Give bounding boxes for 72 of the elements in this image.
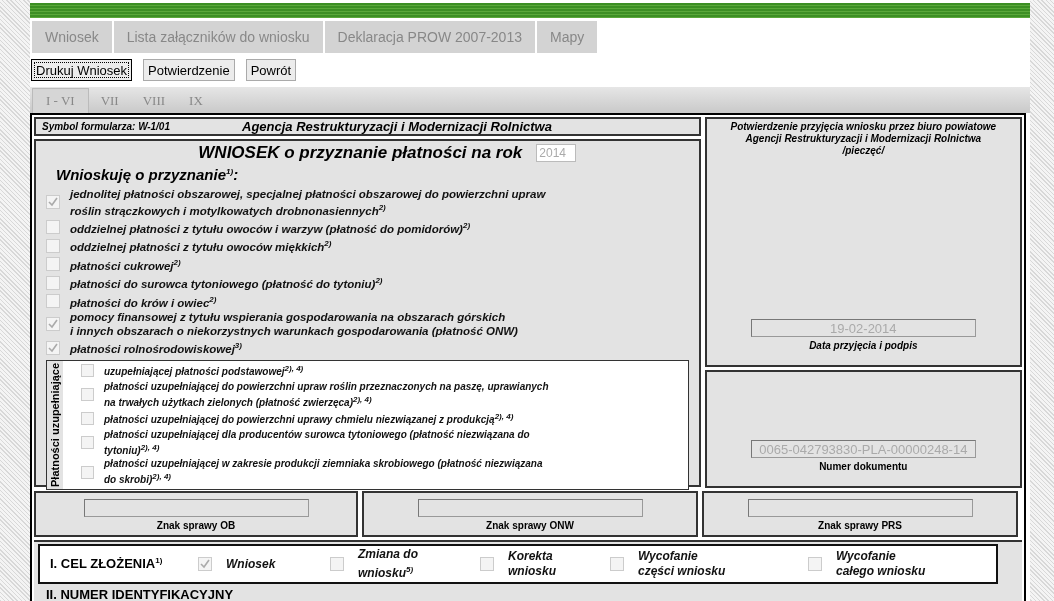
nav-tab[interactable]: Lista załączników do wniosku [113, 21, 323, 53]
section-tab[interactable]: I - VI [32, 88, 89, 113]
option-label: Wycofanie części wniosku [638, 549, 726, 579]
section-title: I. CEL ZŁOŻENIA$^{1)}$ [50, 556, 164, 572]
form-symbol: Symbol formularza: W-1/01 [42, 121, 171, 132]
field-label: Znak sprawy PRS [818, 520, 902, 531]
option-label: uzupełniającej płatności podstawowej$^{2), 4)}$ [104, 363, 304, 379]
case-number-field[interactable] [747, 499, 973, 517]
confirmation-text: /pieczęć/ [842, 145, 885, 157]
year-field[interactable]: 2014 [536, 144, 577, 162]
nav-tab[interactable]: Wniosek [32, 21, 112, 53]
option-label: jednolitej płatności obszarowej, specjalnej płatności obszarowej do powierzchni upraw roślin strączkowych i motylkowatych drobnonasiennych$^{2)}$ [70, 187, 546, 218]
option-label: płatności uzupełniającej dla producentów surowca tytoniowego (płatność niezwiązana do tytoniu)$^{2), 4)}$ [104, 427, 530, 458]
case-number-field[interactable] [83, 499, 309, 517]
field-label: Numer dokumentu [819, 461, 908, 472]
case-number-field[interactable] [417, 499, 643, 517]
option-label: płatności uzupełniającej w zakresie produkcji ziemniaka skrobiowego (płatność niezwiązana do skrobi)$^{2), 4)}$ [104, 457, 543, 487]
field-label: Znak sprawy OB [156, 520, 236, 531]
option-label: Wycofanie całego wniosku [836, 549, 926, 579]
option-label: pomocy finansowej z tytułu wspierania gospodarowania na obszarach górskich i innych obszarach o niekorzystnych warunkach gospodarowania (płatność ONW) [70, 310, 518, 339]
date-field[interactable]: 19-02-2014 [750, 319, 976, 337]
option-label: oddzielnej płatności z tytułu owoców i warzyw (płatność do pomidorów)$^{2)}$ [70, 219, 471, 236]
checkbox[interactable] [46, 257, 60, 272]
section-tab[interactable]: VII [88, 88, 131, 113]
section-tab[interactable]: VIII [130, 88, 178, 113]
checkbox[interactable] [46, 238, 60, 253]
checkbox[interactable] [81, 436, 94, 449]
checkbox[interactable] [46, 294, 60, 309]
checkbox[interactable] [808, 557, 822, 571]
confirmation-text: Potwierdzenie przyjęcia wniosku przez biuro powiatowe [730, 121, 997, 133]
field-label: Znak sprawy ONW [486, 520, 574, 531]
checkbox[interactable] [46, 220, 60, 235]
document-number-field[interactable]: 0065-042793830-PLA-00000248-14 [750, 440, 976, 458]
checkbox[interactable] [198, 557, 212, 571]
action-button[interactable]: Drukuj Wniosek [31, 59, 133, 81]
action-button[interactable]: Powrót [245, 59, 297, 81]
section-tab[interactable]: IX [177, 88, 215, 113]
checkbox[interactable] [81, 411, 94, 425]
option-label: płatności rolnośrodowiskowej$^{3)}$ [70, 340, 242, 356]
section-title: II. NUMER IDENTYFIKACYJNY [46, 587, 235, 601]
option-label: płatności uzupełniającej do powierzchni uprawy chmielu niezwiązanej z produkcją$^{2), 4)}$ [104, 411, 514, 427]
checkbox[interactable] [330, 557, 344, 571]
option-label: płatności uzupełniającej do powierzchni upraw roślin przeznaczonych na paszę, uprawianych na trwałych użytkach zielonych (płatność zwierzęca)$^{2), 4)}$ [104, 379, 549, 409]
nav-tab[interactable]: Mapy [537, 21, 598, 53]
check-icon [48, 342, 58, 353]
supplementary-title: Płatności uzupełniające [47, 360, 63, 489]
checkbox[interactable] [46, 340, 60, 355]
checkbox[interactable] [480, 557, 494, 571]
option-label: Zmiana do wniosku$^{5)}$ [358, 547, 418, 581]
checkbox[interactable] [81, 363, 94, 377]
action-button[interactable]: Potwierdzenie [143, 59, 235, 81]
checkbox[interactable] [81, 387, 94, 401]
option-label: oddzielnej płatności z tytułu owoców miękkich$^{2)}$ [70, 238, 332, 254]
field-label: Data przyjęcia i podpis [809, 340, 918, 351]
option-label: Korekta wniosku [508, 549, 556, 579]
option-label: Wniosek [226, 556, 276, 572]
form-title: WNIOSEK o przyznanie płatności na rok [198, 143, 523, 163]
checkbox[interactable] [46, 317, 60, 332]
checkbox[interactable] [610, 557, 624, 571]
option-label: płatności do krów i owiec$^{2)}$ [70, 293, 217, 310]
checkbox[interactable] [46, 195, 60, 210]
check-icon [200, 559, 210, 569]
agency-name: Agencja Restrukturyzacji i Modernizacji Rolnictwa [242, 119, 552, 134]
nav-tab[interactable]: Deklaracja PROW 2007-2013 [324, 21, 535, 53]
checkbox[interactable] [81, 465, 94, 479]
checkbox[interactable] [46, 275, 60, 290]
check-icon [48, 319, 58, 330]
option-label: płatności do surowca tytoniowego (płatność do tytoniu)$^{2)}$ [70, 275, 383, 291]
section-subtitle: Wnioskuję o przyznanie$^{1)}$: [56, 166, 240, 183]
option-label: płatności cukrowej$^{2)}$ [70, 256, 181, 273]
confirmation-text: Agencji Restrukturyzacji i Modernizacji Rolnictwa [745, 133, 982, 145]
check-icon [48, 197, 58, 208]
